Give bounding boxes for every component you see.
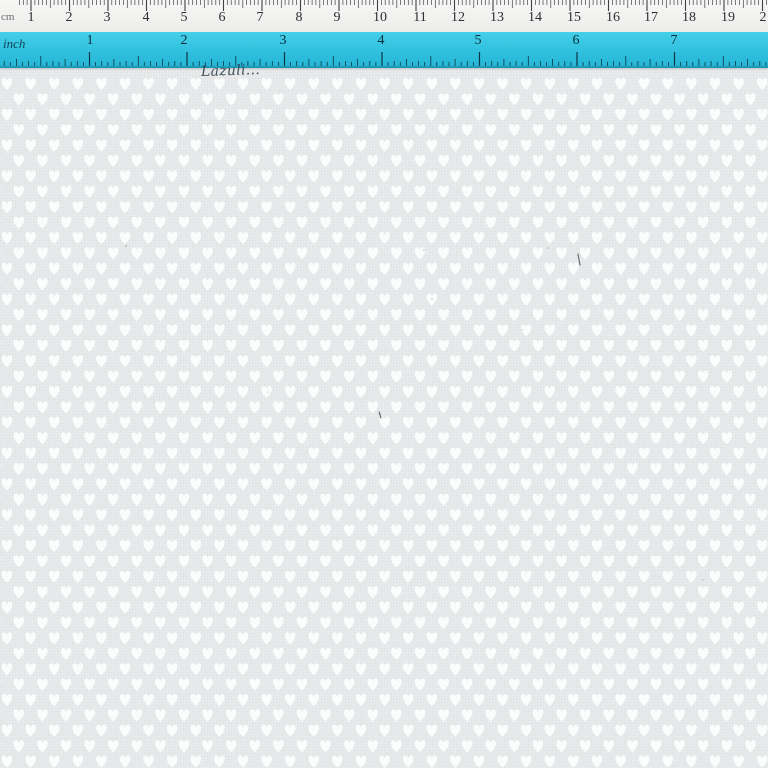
inch-number-5: 5 [474,33,482,48]
cm-number-11: 11 [413,10,427,25]
inch-unit-label: inch [3,36,26,51]
cm-number-12: 12 [451,10,465,25]
cm-number-8: 8 [295,10,303,25]
cm-number-17: 17 [644,10,658,25]
inch-number-6: 6 [572,33,580,48]
cm-number-19: 19 [721,10,735,25]
fabric-scan: cm 1 2 3 4 5 6 7 8 9 10 11 12 13 14 15 1… [0,0,768,768]
cm-number-14: 14 [528,10,542,25]
inch-number-4: 4 [377,33,385,48]
cm-number-4: 4 [142,10,150,25]
cm-number-6: 6 [218,10,226,25]
inch-number-3: 3 [279,33,287,48]
cm-number-16: 16 [606,10,620,25]
cm-number-2: 2 [65,10,73,25]
cm-number-7: 7 [256,10,264,25]
cm-number-3: 3 [103,10,111,25]
inch-number-1: 1 [86,33,94,48]
cm-number-10: 10 [373,10,387,25]
cm-number-5: 5 [180,10,188,25]
centimeter-ruler: cm 1 2 3 4 5 6 7 8 9 10 11 12 13 14 15 1… [0,0,768,33]
cm-unit-label: cm [1,11,15,23]
cm-number-9: 9 [333,10,341,25]
cm-number-15: 15 [567,10,581,25]
inch-number-7: 7 [670,33,678,48]
fabric-surface [0,0,768,768]
cm-number-18: 18 [682,10,696,25]
inch-number-2: 2 [180,33,188,48]
cm-number-13: 13 [490,10,504,25]
cm-number-20: 2 [759,10,767,25]
cm-number-1: 1 [27,10,35,25]
inch-ruler: inch 1 2 3 4 5 6 7 Lazuli... [0,32,768,80]
handwritten-note: Lazuli... [200,61,261,81]
